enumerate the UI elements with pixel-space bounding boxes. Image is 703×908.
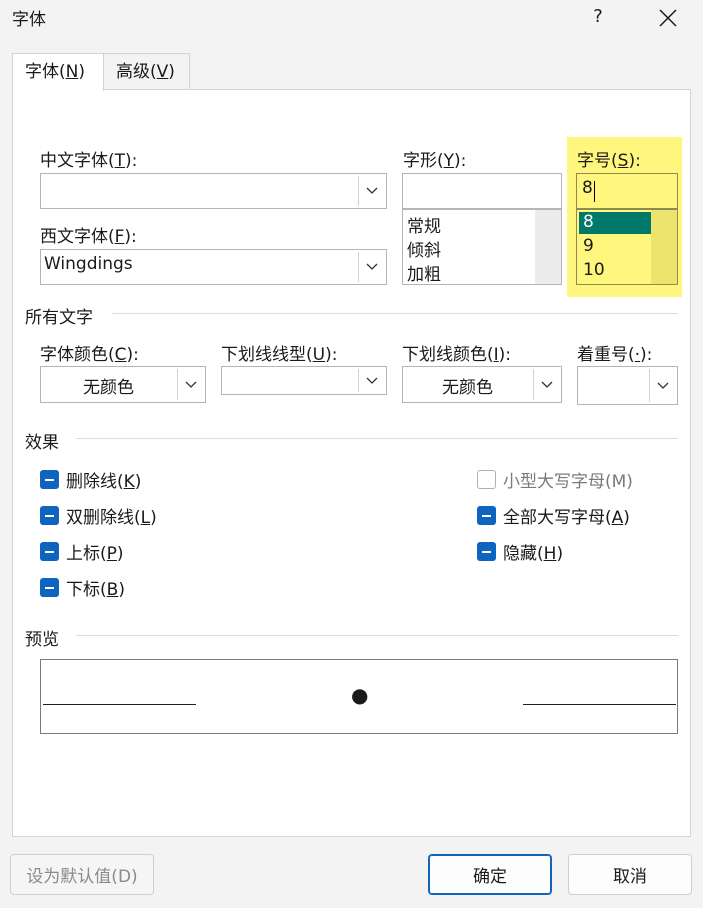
font-style-list[interactable]: 常规 倾斜 加粗 bbox=[402, 209, 562, 285]
underline-style-label: 下划线线型(U): bbox=[221, 345, 338, 365]
underline-color-value: 无颜色 bbox=[442, 378, 493, 398]
font-size-label: 字号(S): bbox=[577, 151, 641, 171]
all-text-section-title: 所有文字 bbox=[25, 308, 93, 328]
divider bbox=[76, 438, 678, 439]
preview-baseline-left bbox=[43, 704, 196, 705]
underline-style-combo[interactable] bbox=[221, 366, 387, 395]
chevron-down-icon bbox=[366, 263, 377, 270]
checkbox-unchecked-icon bbox=[477, 470, 496, 489]
close-icon bbox=[659, 9, 677, 27]
font-color-dropdown[interactable] bbox=[177, 369, 203, 400]
tab-advanced[interactable]: 高级(V) bbox=[104, 53, 190, 90]
font-color-combo[interactable]: 无颜色 bbox=[40, 366, 206, 403]
divider bbox=[76, 635, 678, 636]
help-button[interactable]: ? bbox=[584, 3, 612, 31]
font-style-label: 字形(Y): bbox=[403, 151, 467, 171]
preview-section-title: 预览 bbox=[25, 630, 59, 650]
subscript-checkbox[interactable]: 下标(B) bbox=[40, 575, 125, 600]
preview-box: ● bbox=[40, 659, 678, 734]
font-size-list[interactable]: 8 9 10 bbox=[576, 209, 678, 285]
chinese-font-combo[interactable] bbox=[40, 173, 387, 209]
divider bbox=[112, 313, 678, 314]
emphasis-mark-label: 着重号(·): bbox=[577, 345, 653, 365]
double-strikethrough-checkbox[interactable]: 双删除线(L) bbox=[40, 503, 157, 528]
chevron-down-icon bbox=[366, 187, 377, 194]
font-size-input[interactable]: 8 bbox=[576, 173, 678, 209]
chevron-down-icon bbox=[366, 377, 377, 384]
list-item[interactable]: 倾斜 bbox=[407, 236, 441, 261]
checkbox-indeterminate-icon bbox=[40, 542, 59, 561]
checkbox-indeterminate-icon bbox=[477, 542, 496, 561]
superscript-checkbox[interactable]: 上标(P) bbox=[40, 539, 124, 564]
text-cursor bbox=[594, 181, 595, 202]
checkbox-indeterminate-icon bbox=[40, 470, 59, 489]
underline-style-dropdown[interactable] bbox=[358, 369, 384, 392]
list-item[interactable]: 加粗 bbox=[407, 260, 441, 284]
font-style-scrollbar[interactable] bbox=[535, 210, 561, 284]
chevron-down-icon bbox=[657, 382, 668, 389]
hidden-checkbox[interactable]: 隐藏(H) bbox=[477, 539, 563, 564]
western-font-value: Wingdings bbox=[44, 254, 133, 274]
preview-baseline-right bbox=[523, 704, 676, 705]
western-font-label: 西文字体(F): bbox=[40, 227, 137, 247]
list-item[interactable]: 9 bbox=[583, 236, 594, 256]
cancel-button[interactable]: 取消 bbox=[568, 854, 692, 895]
effects-section-title: 效果 bbox=[25, 433, 59, 453]
small-caps-checkbox[interactable]: 小型大写字母(M) bbox=[477, 467, 633, 492]
western-font-dropdown[interactable] bbox=[358, 252, 384, 282]
list-item[interactable]: 10 bbox=[583, 260, 605, 280]
emphasis-mark-combo[interactable] bbox=[577, 366, 678, 405]
font-style-input[interactable] bbox=[402, 173, 562, 209]
set-default-button[interactable]: 设为默认值(D) bbox=[10, 854, 154, 895]
list-item[interactable]: 8 bbox=[583, 212, 594, 232]
tab-font[interactable]: 字体(N) bbox=[12, 53, 104, 91]
underline-color-label: 下划线颜色(I): bbox=[402, 345, 512, 365]
checkbox-indeterminate-icon bbox=[40, 578, 59, 597]
ok-button[interactable]: 确定 bbox=[428, 854, 552, 895]
strikethrough-checkbox[interactable]: 删除线(K) bbox=[40, 467, 141, 492]
list-item[interactable]: 常规 bbox=[407, 212, 441, 237]
underline-color-dropdown[interactable] bbox=[533, 369, 559, 400]
western-font-combo[interactable]: Wingdings bbox=[40, 249, 387, 285]
chinese-font-label: 中文字体(T): bbox=[40, 151, 138, 171]
checkbox-indeterminate-icon bbox=[477, 506, 496, 525]
close-button[interactable] bbox=[652, 2, 684, 34]
window-title: 字体 bbox=[12, 10, 46, 30]
font-color-label: 字体颜色(C): bbox=[40, 345, 139, 365]
font-size-scrollbar[interactable] bbox=[651, 210, 677, 284]
all-caps-checkbox[interactable]: 全部大写字母(A) bbox=[477, 503, 630, 528]
font-color-value: 无颜色 bbox=[83, 378, 134, 398]
chevron-down-icon bbox=[185, 381, 196, 388]
emphasis-mark-dropdown[interactable] bbox=[649, 369, 675, 402]
chevron-down-icon bbox=[541, 381, 552, 388]
preview-sample: ● bbox=[351, 683, 369, 707]
chinese-font-dropdown[interactable] bbox=[358, 176, 384, 206]
font-size-value: 8 bbox=[582, 178, 593, 198]
underline-color-combo[interactable]: 无颜色 bbox=[402, 366, 562, 403]
checkbox-indeterminate-icon bbox=[40, 506, 59, 525]
